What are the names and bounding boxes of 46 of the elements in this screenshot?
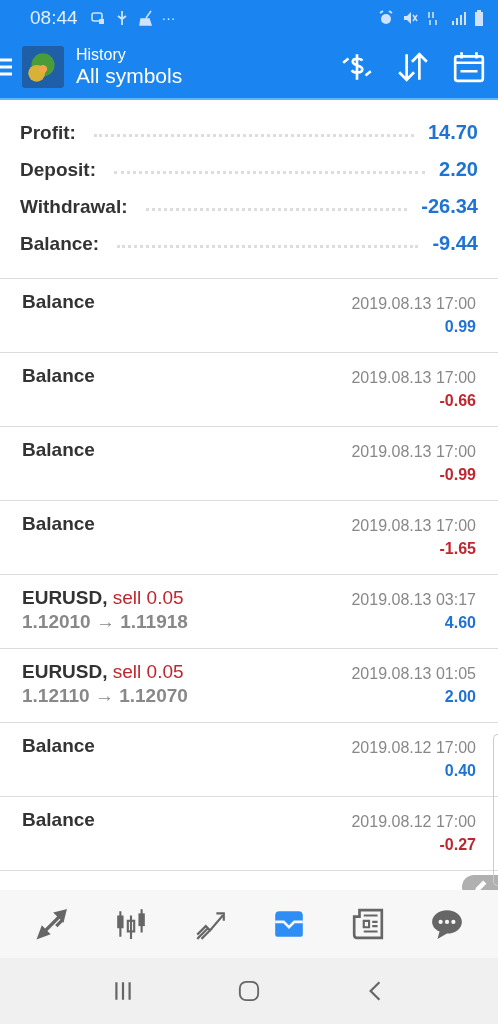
trade-prices: 1.12110 → 1.12070 — [22, 685, 188, 707]
deal-row[interactable]: EURUSD, sell 0.05 1.12110 → 1.12070 2019.08.13 01:05 2.00 — [0, 649, 498, 723]
deal-row[interactable]: Balance 2019.08.13 17:00 0.99 — [0, 279, 498, 353]
summary-value: 2.20 — [439, 158, 478, 181]
deal-time: 2019.08.13 17:00 — [351, 443, 476, 461]
deal-amount: -0.99 — [439, 466, 476, 484]
deal-amount: 2.00 — [444, 688, 476, 706]
trade-title: EURUSD, sell 0.05 — [22, 587, 185, 609]
summary-value: 14.70 — [427, 121, 478, 144]
deal-row[interactable]: Balance 2019.08.13 17:00 -0.66 — [0, 353, 498, 427]
deal-title: Balance — [22, 513, 95, 535]
deal-time: 2019.08.13 17:00 — [351, 369, 476, 387]
deal-time: 2019.08.13 17:00 — [351, 517, 476, 535]
summary-label: Profit: — [20, 121, 76, 144]
deal-row[interactable]: EURUSD, sell 0.05 1.12010 → 1.11918 2019.08.13 03:17 4.60 — [0, 575, 498, 649]
summary-label: Withdrawal: — [20, 195, 128, 218]
summary-label: Deposit: — [20, 158, 96, 181]
deal-time: 2019.08.12 17:00 — [351, 739, 476, 757]
symbol-filter[interactable]: All symbols — [76, 64, 183, 88]
deal-row[interactable]: Balance 2019.08.13 17:00 -1.65 — [0, 501, 498, 575]
deal-title: Balance — [22, 809, 95, 831]
deal-time: 2019.08.13 17:00 — [351, 295, 476, 313]
more-notifications: ··· — [161, 10, 176, 26]
trade-title: EURUSD, sell 0.05 — [22, 661, 185, 683]
deal-title: Balance — [22, 735, 95, 757]
deal-time: 2019.08.13 01:05 — [351, 665, 476, 683]
deal-row[interactable]: Balance 2019.08.12 17:00 -0.27 — [0, 797, 498, 871]
deal-time: 2019.08.12 17:00 — [351, 813, 476, 831]
deal-title: Balance — [22, 291, 95, 313]
deal-row[interactable]: Balance 2019.08.13 17:00 -0.99 — [0, 427, 498, 501]
trade-prices: 1.12010 → 1.11918 — [22, 611, 188, 633]
summary-value: -26.34 — [421, 195, 478, 218]
deal-amount: -0.27 — [439, 836, 476, 854]
deal-amount: -0.66 — [439, 392, 476, 410]
deal-amount: 0.40 — [444, 762, 476, 780]
status-time: 08:44 — [30, 7, 78, 29]
screen-title: History — [76, 46, 127, 64]
deal-title: Balance — [22, 365, 95, 387]
deal-row[interactable]: Balance 2019.08.12 17:00 0.40 — [0, 723, 498, 797]
summary-label: Balance: — [20, 232, 100, 255]
deal-time: 2019.08.13 03:17 — [351, 591, 476, 609]
summary-value: -9.44 — [432, 232, 478, 255]
deal-amount: 0.99 — [444, 318, 476, 336]
deal-title: Balance — [22, 439, 95, 461]
deal-amount: 4.60 — [444, 614, 476, 632]
deal-amount: -1.65 — [439, 540, 476, 558]
